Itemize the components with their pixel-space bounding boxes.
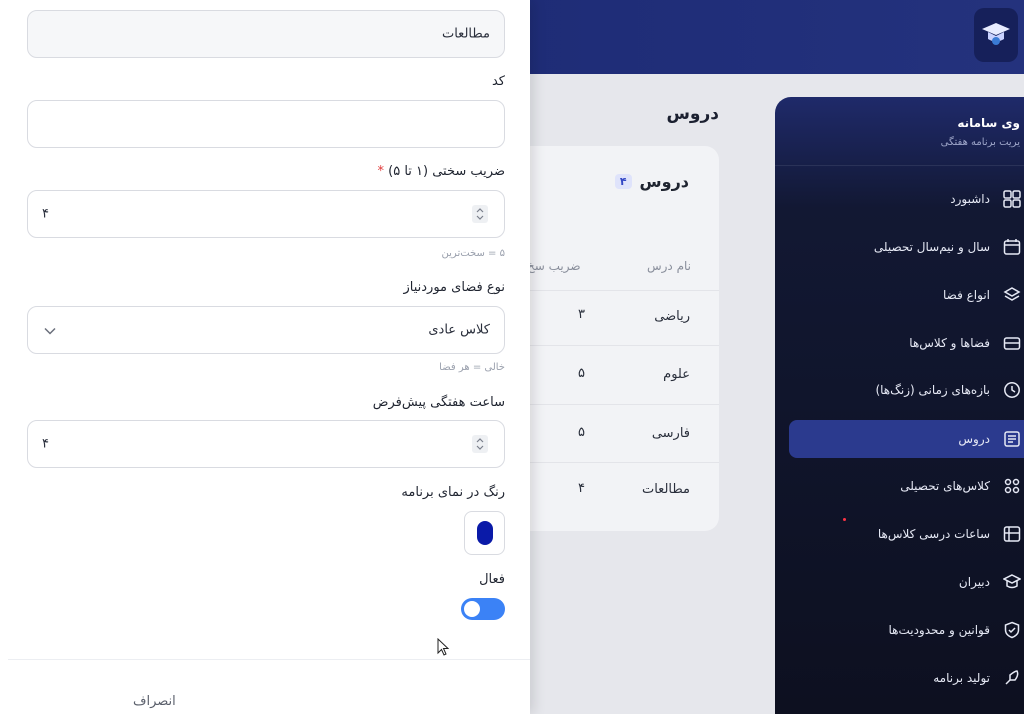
sidebar-item-spaces[interactable]: فضاها و کلاس‌ها [789, 324, 1024, 362]
courses-card [505, 146, 719, 531]
sidebar-item-label: سال و نیم‌سال تحصیلی [873, 240, 990, 254]
difficulty-hint: ۵ = سخت‌ترین [441, 248, 505, 259]
sidebar-title: وی سامانه [957, 116, 1020, 130]
sidebar-item-time-slots[interactable]: بازه‌های زمانی (زنگ‌ها) [789, 371, 1024, 409]
difficulty-value: ۴ [42, 206, 49, 222]
sidebar-item-label: کلاس‌های تحصیلی [900, 479, 990, 493]
sidebar-item-label: ساعات درسی کلاس‌ها [877, 527, 990, 541]
code-field[interactable] [27, 100, 505, 148]
color-label: رنگ در نمای برنامه [401, 485, 505, 500]
color-swatch [476, 521, 493, 545]
sidebar-item-label: تولید برنامه [933, 671, 990, 685]
difficulty-label: ضریب سختی (۱ تا ۵) * [377, 164, 505, 179]
card-header: دروس ۴ [614, 172, 689, 191]
mouse-cursor-icon [437, 638, 450, 656]
layers-icon [1000, 283, 1024, 307]
calendar-icon [1000, 235, 1024, 259]
table-cell-name: علوم [663, 367, 690, 382]
groups-icon [1000, 474, 1024, 498]
code-label: کد [491, 74, 505, 89]
table-cell-coef: ۵ [578, 425, 585, 440]
teacher-icon [1000, 570, 1024, 594]
sidebar-item-label: دروس [958, 432, 990, 446]
active-label: فعال [479, 572, 505, 587]
row-divider [505, 462, 719, 463]
sidebar-item-academic-year[interactable]: سال و نیم‌سال تحصیلی [789, 228, 1024, 266]
count-badge: ۴ [614, 174, 632, 189]
weekly-hours-field[interactable]: ۴ [27, 420, 505, 468]
number-stepper-icon[interactable] [472, 435, 488, 453]
sidebar-item-label: بازه‌های زمانی (زنگ‌ها) [875, 383, 990, 397]
table-cell-name: ریاضی [654, 309, 690, 324]
rocket-icon [1000, 666, 1024, 690]
sidebar-item-courses[interactable]: دروس [789, 420, 1024, 458]
required-asterisk: * [377, 164, 384, 179]
sidebar-item-space-types[interactable]: انواع فضا [789, 276, 1024, 314]
sidebar-divider [775, 165, 1024, 166]
sidebar-item-teachers[interactable]: دبیران [789, 563, 1024, 601]
table-cell-coef: ۳ [578, 307, 585, 322]
weekly-hours-label: ساعت هفتگی پیش‌فرض [372, 395, 505, 410]
row-divider [505, 345, 719, 346]
clock-icon [1000, 378, 1024, 402]
space-type-hint: خالی = هر فضا [439, 362, 505, 373]
column-header-name[interactable]: نام درس [647, 259, 691, 273]
table-cell-name: فارسی [651, 426, 690, 441]
number-stepper-icon[interactable] [472, 205, 488, 223]
app-logo[interactable] [974, 8, 1018, 62]
sidebar-item-label: قوانین و محدودیت‌ها [888, 623, 990, 637]
space-type-select[interactable]: کلاس عادی [27, 306, 505, 354]
sidebar-subtitle: یریت برنامه هفتگی [940, 137, 1020, 148]
row-divider [505, 404, 719, 405]
sidebar-item-label: فضاها و کلاس‌ها [909, 336, 990, 350]
table-cell-name: مطالعات [641, 482, 690, 497]
dashboard-icon [1000, 187, 1024, 211]
sidebar-item-label: انواع فضا [943, 288, 990, 302]
table-cell-coef: ۴ [578, 481, 585, 496]
sidebar-item-generate[interactable]: تولید برنامه [789, 659, 1024, 697]
weekly-hours-value: ۴ [42, 436, 49, 452]
row-divider [505, 290, 719, 291]
toggle-knob [464, 601, 480, 617]
course-name-value: مطالعات [441, 26, 490, 42]
space-type-value: کلاس عادی [428, 322, 490, 338]
course-name-field[interactable]: مطالعات [27, 10, 505, 58]
sidebar-item-label: دبیران [958, 575, 990, 589]
sidebar-item-rules[interactable]: قوانین و محدودیت‌ها [789, 611, 1024, 649]
page-title: دروس [666, 104, 719, 124]
schedule-icon [1000, 522, 1024, 546]
classroom-icon [1000, 331, 1024, 355]
table-cell-coef: ۵ [578, 366, 585, 381]
footer-divider [8, 659, 530, 660]
shield-icon [1000, 618, 1024, 642]
card-title: دروس [639, 172, 689, 191]
color-picker[interactable] [464, 511, 505, 555]
chevron-down-icon [44, 321, 56, 340]
column-header-difficulty[interactable]: ضریب سخ [527, 259, 581, 273]
sidebar-item-dashboard[interactable]: داشبورد [789, 180, 1024, 218]
cancel-button[interactable]: انصراف [133, 694, 176, 709]
graduation-cap-icon [982, 23, 1010, 45]
sidebar-item-label: داشبورد [950, 192, 990, 206]
book-icon [1000, 427, 1024, 451]
sidebar-item-classes[interactable]: کلاس‌های تحصیلی [789, 467, 1024, 505]
active-toggle[interactable] [461, 598, 505, 620]
edit-course-drawer: مطالعات کد ضریب سختی (۱ تا ۵) * ۴ ۵ = سخ… [0, 0, 530, 714]
difficulty-label-text: ضریب سختی (۱ تا ۵) [388, 164, 505, 179]
difficulty-field[interactable]: ۴ [27, 190, 505, 238]
space-type-label: نوع فضای موردنیاز [403, 280, 505, 295]
sidebar-item-class-hours[interactable]: ساعات درسی کلاس‌ها [789, 515, 1024, 553]
